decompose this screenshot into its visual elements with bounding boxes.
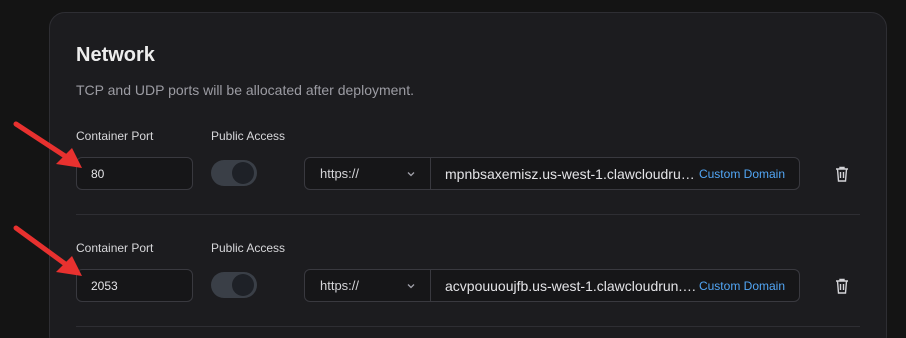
red-arrow-icon	[13, 121, 82, 168]
container-port-input[interactable]	[76, 157, 193, 190]
chevron-down-icon	[407, 283, 415, 288]
toggle-knob	[232, 162, 254, 184]
chevron-down-icon	[407, 171, 415, 176]
network-card: Network TCP and UDP ports will be alloca…	[49, 12, 887, 338]
public-access-toggle[interactable]	[211, 272, 257, 298]
protocol-select[interactable]: https://	[305, 270, 431, 301]
domain-value[interactable]: mpnbsaxemisz.us-west-1.clawcloudrun.com	[431, 166, 699, 182]
custom-domain-link[interactable]: Custom Domain	[699, 167, 799, 181]
container-port-input[interactable]	[76, 269, 193, 302]
trash-icon[interactable]	[834, 165, 850, 183]
row-divider	[76, 326, 860, 327]
protocol-select[interactable]: https://	[305, 158, 431, 189]
trash-icon[interactable]	[834, 277, 850, 295]
red-arrow-icon	[13, 225, 82, 276]
public-access-toggle[interactable]	[211, 160, 257, 186]
domain-field: https:// acvpouuoujfb.us-west-1.clawclou…	[304, 269, 800, 302]
section-subtitle: TCP and UDP ports will be allocated afte…	[76, 82, 414, 98]
domain-field: https:// mpnbsaxemisz.us-west-1.clawclou…	[304, 157, 800, 190]
port-row: Container Port Public Access https:// ac…	[50, 237, 886, 338]
custom-domain-link[interactable]: Custom Domain	[699, 279, 799, 293]
public-access-label: Public Access	[211, 129, 286, 143]
protocol-value: https://	[320, 166, 360, 181]
domain-value[interactable]: acvpouuoujfb.us-west-1.clawcloudrun.com	[431, 278, 699, 294]
row-divider	[76, 214, 860, 215]
port-row: Container Port Public Access https:// mp…	[50, 125, 886, 235]
toggle-knob	[232, 274, 254, 296]
protocol-value: https://	[320, 278, 360, 293]
public-access-label: Public Access	[211, 241, 286, 255]
section-title: Network	[76, 44, 155, 66]
